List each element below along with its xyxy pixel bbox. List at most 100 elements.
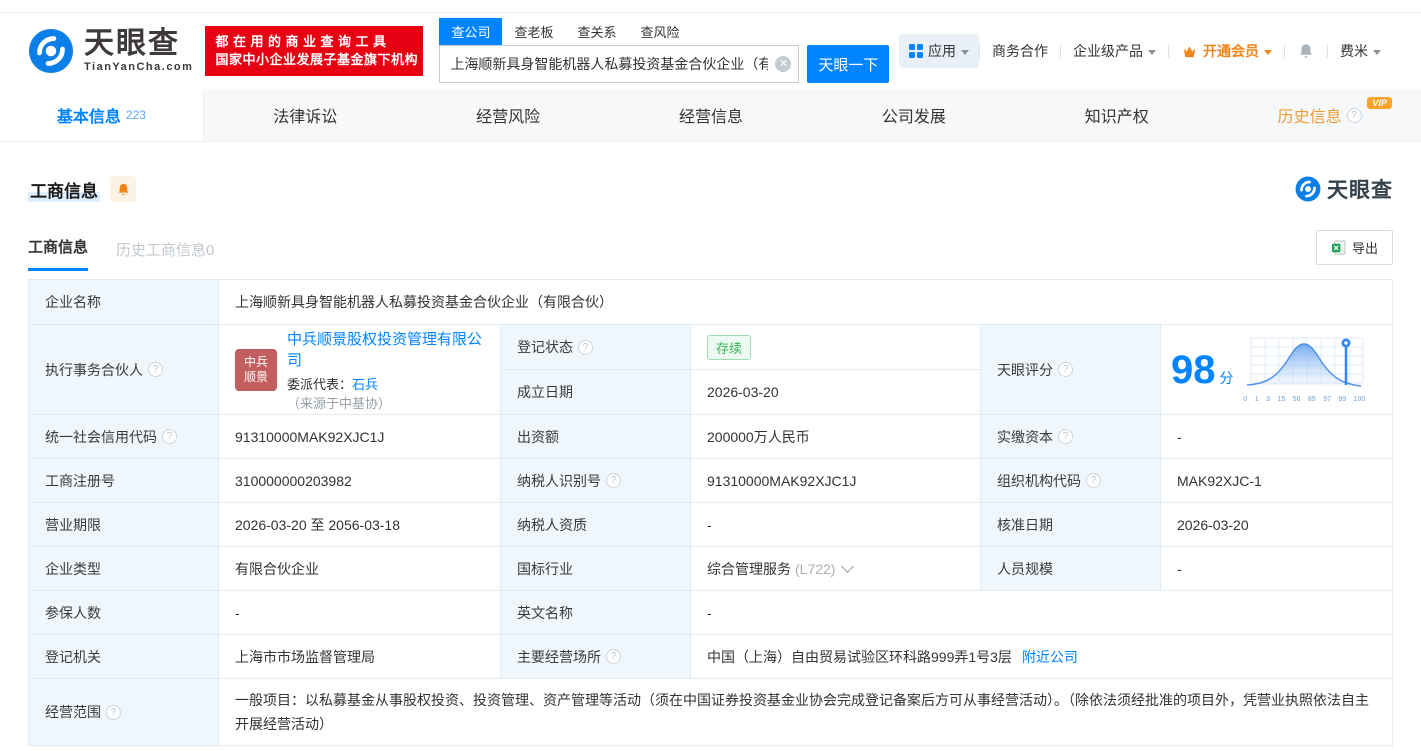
export-label: 导出 <box>1351 241 1378 256</box>
scope-text: 一般项目：以私募基金从事股权投资、投资管理、资产管理等活动（须在中国证券投资基金… <box>235 692 1369 732</box>
help-icon[interactable]: ? <box>606 473 621 488</box>
help-icon[interactable]: ? <box>1346 107 1362 123</box>
help-icon[interactable]: ? <box>162 429 177 444</box>
partner-cell: 中兵 顺景 中兵顺景股权投资管理有限公司 委派代表：石兵 （来源于中基协） <box>219 325 501 414</box>
enterprise-menu[interactable]: 企业级产品 <box>1061 41 1168 61</box>
tab-count: 223 <box>125 108 146 122</box>
logo-line2: 顺景 <box>243 369 268 384</box>
reg-status-value: 存续 <box>691 325 981 369</box>
engname-label: 英文名称 <box>501 591 691 634</box>
partner-company-link[interactable]: 中兵顺景股权投资管理有限公司 <box>287 328 484 370</box>
logo-domain: TianYanCha.com <box>84 61 194 73</box>
label-text: 组织机构代码 <box>997 472 1081 489</box>
apps-menu[interactable]: 应用 <box>899 34 979 68</box>
cooperation-link[interactable]: 商务合作 <box>980 41 1060 61</box>
table-row: 统一社会信用代码 ? 91310000MAK92XJC1J 出资额 200000… <box>29 414 1392 458</box>
username: 费米 <box>1340 43 1368 59</box>
tab-label: 经营信息 <box>679 109 744 126</box>
table-row: 工商注册号 310000000203982 纳税人识别号 ? 91310000M… <box>29 458 1392 502</box>
tab-label: 经营风险 <box>476 109 541 126</box>
industry-code: (L722) <box>795 560 836 577</box>
industry-name: 综合管理服务 <box>707 560 791 577</box>
chevron-down-icon <box>1264 49 1272 55</box>
slogan-line2: 国家中小企业发展子基金旗下机构 <box>215 52 418 67</box>
help-icon[interactable]: ? <box>578 339 593 355</box>
chevron-down-icon <box>1148 49 1156 55</box>
tab-basic-info[interactable]: 基本信息 223 <box>0 89 204 141</box>
subtab-business-info[interactable]: 工商信息 <box>28 236 89 271</box>
table-row: 企业类型 有限合伙企业 国标行业 综合管理服务 (L722) 人员规模 - <box>29 546 1392 590</box>
tab-label: 知识产权 <box>1084 109 1149 126</box>
help-icon[interactable]: ? <box>606 649 621 664</box>
basic-info-section: 工商信息 天眼查 工商信息 历史工商信息0 导出 企业名称 上海顺新具身智能机器… <box>0 142 1421 746</box>
nearby-companies-link[interactable]: 附近公司 <box>1022 647 1078 667</box>
tab-intellectual-property[interactable]: 知识产权 <box>1015 89 1218 141</box>
search-tab-company[interactable]: 查公司 <box>439 18 503 45</box>
rep-source: （来源于中基协） <box>287 395 392 411</box>
user-menu[interactable]: 费米 <box>1328 41 1393 61</box>
watermark-logo: 天眼查 <box>1295 174 1393 204</box>
label-text: 纳税人识别号 <box>517 472 601 489</box>
subtab-history-business-info[interactable]: 历史工商信息0 <box>116 239 214 271</box>
tianyancha-swirl-icon <box>28 28 74 74</box>
term-label: 营业期限 <box>29 503 219 546</box>
help-icon[interactable]: ? <box>1058 429 1073 444</box>
label-text: 天眼评分 <box>997 361 1053 378</box>
status-badge: 存续 <box>707 334 752 360</box>
apps-grid-icon <box>909 44 923 58</box>
premises-value: 中国（上海）自由贸易试验区环科路999弄1号3层 附近公司 <box>691 635 1392 678</box>
capital-value: 200000万人民币 <box>691 415 981 458</box>
search-tab-risk[interactable]: 查风险 <box>628 18 691 45</box>
tab-operating-info[interactable]: 经营信息 <box>610 89 813 141</box>
rep-name-link[interactable]: 石兵 <box>352 377 378 392</box>
chevron-down-icon <box>961 49 969 55</box>
regno-value: 310000000203982 <box>219 459 501 502</box>
score-axis-labels: 01 3 15 50 85 97 99 100 <box>1243 396 1366 403</box>
capital-label: 出资额 <box>501 415 691 458</box>
logo-line1: 中兵 <box>243 354 268 369</box>
taxqual-label: 纳税人资质 <box>501 503 691 546</box>
notifications-button[interactable] <box>1285 42 1327 60</box>
logo-title: 天眼查 <box>84 27 180 60</box>
export-button[interactable]: 导出 <box>1315 230 1393 265</box>
table-row: 营业期限 2026-03-20 至 2056-03-18 纳税人资质 - 核准日… <box>29 502 1392 546</box>
regno-label: 工商注册号 <box>29 459 219 502</box>
partner-company-logo: 中兵 顺景 <box>235 348 277 391</box>
vip-menu[interactable]: 开通会员 <box>1169 41 1284 61</box>
search-input[interactable] <box>439 45 800 83</box>
chevron-down-icon[interactable] <box>841 560 855 573</box>
score-unit: 分 <box>1219 369 1234 386</box>
score-cell[interactable]: 98 分 0 1 3 15 50 85 97 99 100 <box>1161 325 1392 414</box>
establish-date-value: 2026-03-20 <box>691 370 981 414</box>
site-logo[interactable]: 天眼查 TianYanCha.com <box>28 28 193 74</box>
table-row: 参保人数 - 英文名称 - <box>29 590 1392 634</box>
company-tab-bar: 基本信息 223 法律诉讼 经营风险 经营信息 公司发展 知识产权 VIP 历史… <box>0 89 1421 142</box>
term-value: 2026-03-20 至 2056-03-18 <box>219 503 501 546</box>
search-button[interactable]: 天眼一下 <box>807 45 890 83</box>
help-icon[interactable]: ? <box>1086 473 1101 488</box>
tab-operating-risk[interactable]: 经营风险 <box>407 89 610 141</box>
score-label: 天眼评分 ? <box>981 325 1161 414</box>
subscribe-button[interactable] <box>110 176 136 202</box>
tab-company-development[interactable]: 公司发展 <box>812 89 1015 141</box>
bell-icon <box>1300 44 1312 58</box>
address-text: 中国（上海）自由贸易试验区环科路999弄1号3层 <box>707 648 1012 665</box>
help-icon[interactable]: ? <box>106 704 121 720</box>
tab-label: 基本信息 <box>56 109 121 126</box>
section-title: 工商信息 <box>28 176 100 202</box>
authority-value: 上海市市场监督管理局 <box>219 635 501 678</box>
search-tabs: 查公司 查老板 查关系 查风险 <box>439 18 889 45</box>
table-row: 企业名称 上海顺新具身智能机器人私募投资基金合伙企业（有限合伙） <box>29 280 1392 324</box>
tab-legal[interactable]: 法律诉讼 <box>204 89 407 141</box>
help-icon[interactable]: ? <box>1058 362 1073 377</box>
tab-history-info[interactable]: VIP 历史信息 ? <box>1218 89 1421 141</box>
scope-label: 经营范围 ? <box>29 679 219 745</box>
slogan-banner: 都在用的商业查询工具 国家中小企业发展子基金旗下机构 <box>205 26 424 76</box>
search-tab-boss[interactable]: 查老板 <box>502 18 565 45</box>
label-text: 经营范围 <box>45 704 101 720</box>
label-text: 主要经营场所 <box>517 648 601 665</box>
paidin-value: - <box>1161 415 1392 458</box>
search-tab-relation[interactable]: 查关系 <box>565 18 628 45</box>
help-icon[interactable]: ? <box>148 362 163 377</box>
label-text: 统一社会信用代码 <box>45 428 157 445</box>
